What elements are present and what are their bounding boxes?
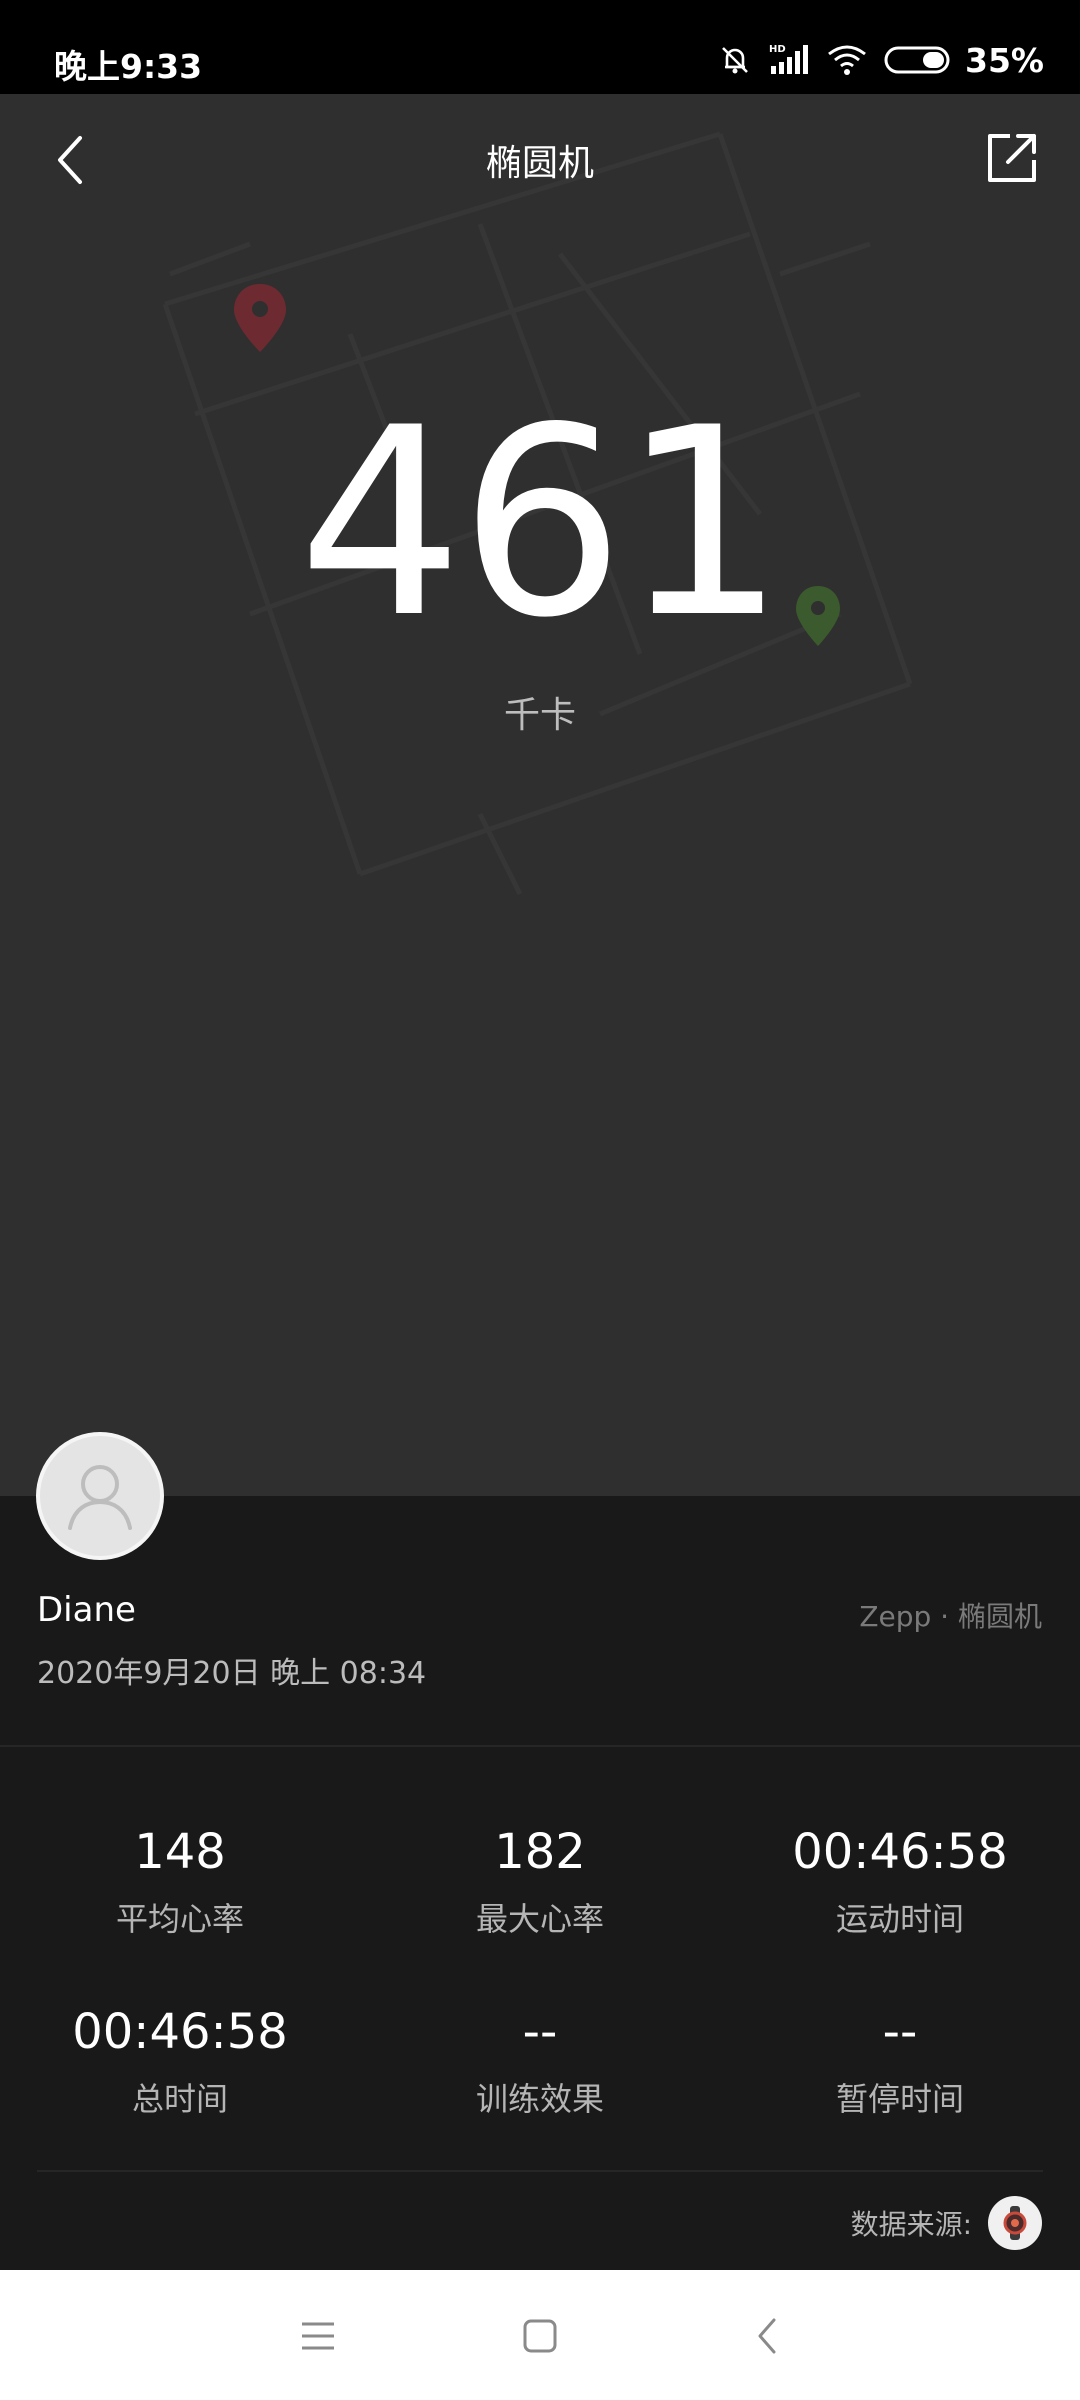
page-title: 椭圆机	[485, 143, 594, 184]
stat-value: --	[882, 2004, 918, 2060]
status-bar: 晚上9:33 HD 35%	[0, 0, 1080, 94]
divider	[0, 1745, 1080, 1747]
wifi-icon	[828, 45, 866, 75]
stat-label: 最大心率	[475, 1900, 604, 1938]
data-source-label: 数据来源:	[850, 2208, 972, 2241]
calories-unit: 千卡	[503, 695, 576, 736]
watch-icon[interactable]	[988, 2196, 1042, 2250]
menu-icon[interactable]	[294, 2312, 342, 2360]
avatar[interactable]	[36, 1432, 164, 1560]
stat-label: 运动时间	[835, 1900, 964, 1938]
stat-average-heart-rate: 148 平均心率	[0, 1828, 360, 1940]
battery-icon	[884, 46, 950, 74]
status-time: 晚上9:33	[54, 47, 203, 86]
status-icons: HD 35%	[717, 40, 1044, 80]
stat-label: 总时间	[131, 2080, 228, 2118]
battery-percent: 35%	[965, 40, 1044, 80]
stat-total-time: 00:46:58 总时间	[0, 2008, 360, 2120]
stat-label: 训练效果	[475, 2080, 604, 2118]
bell-off-icon	[722, 47, 748, 74]
stat-exercise-time: 00:46:58 运动时间	[720, 1828, 1080, 1940]
calories-value: 461	[297, 373, 786, 675]
back-icon[interactable]	[744, 2312, 792, 2360]
start-pin-icon	[234, 284, 286, 352]
stat-max-heart-rate: 182 最大心率	[360, 1828, 720, 1940]
user-icon	[68, 1465, 132, 1530]
user-name: Diane	[37, 1590, 136, 1630]
share-button[interactable]	[984, 130, 1040, 186]
route-map-background	[162, 131, 913, 896]
svg-text:HD: HD	[769, 44, 786, 55]
home-icon[interactable]	[516, 2312, 564, 2360]
stat-training-effect: -- 训练效果	[360, 2008, 720, 2120]
source-app-label: Zepp · 椭圆机	[859, 1600, 1042, 1633]
hd-signal-icon: HD	[769, 44, 808, 74]
stat-value: 00:46:58	[72, 2004, 288, 2060]
stat-value: 00:46:58	[792, 1824, 1008, 1880]
stat-label: 平均心率	[115, 1900, 244, 1938]
stat-label: 暂停时间	[835, 2080, 964, 2118]
workout-datetime: 2020年9月20日 晚上 08:34	[37, 1656, 427, 1691]
title-bar: 椭圆机	[0, 94, 1080, 222]
divider	[37, 2170, 1043, 2172]
workout-detail-screen: 晚上9:33 HD 35% 椭圆机 461 千卡 Diane 2020年9月20…	[0, 0, 1080, 2400]
workout-hero: 椭圆机 461 千卡	[0, 94, 1080, 1496]
data-source: 数据来源:	[851, 2196, 1042, 2250]
stat-value: --	[522, 2004, 558, 2060]
stat-value: 182	[494, 1824, 586, 1880]
stat-pause-time: -- 暂停时间	[720, 2008, 1080, 2120]
stat-value: 148	[134, 1824, 226, 1880]
system-navigation-bar	[0, 2270, 1080, 2400]
